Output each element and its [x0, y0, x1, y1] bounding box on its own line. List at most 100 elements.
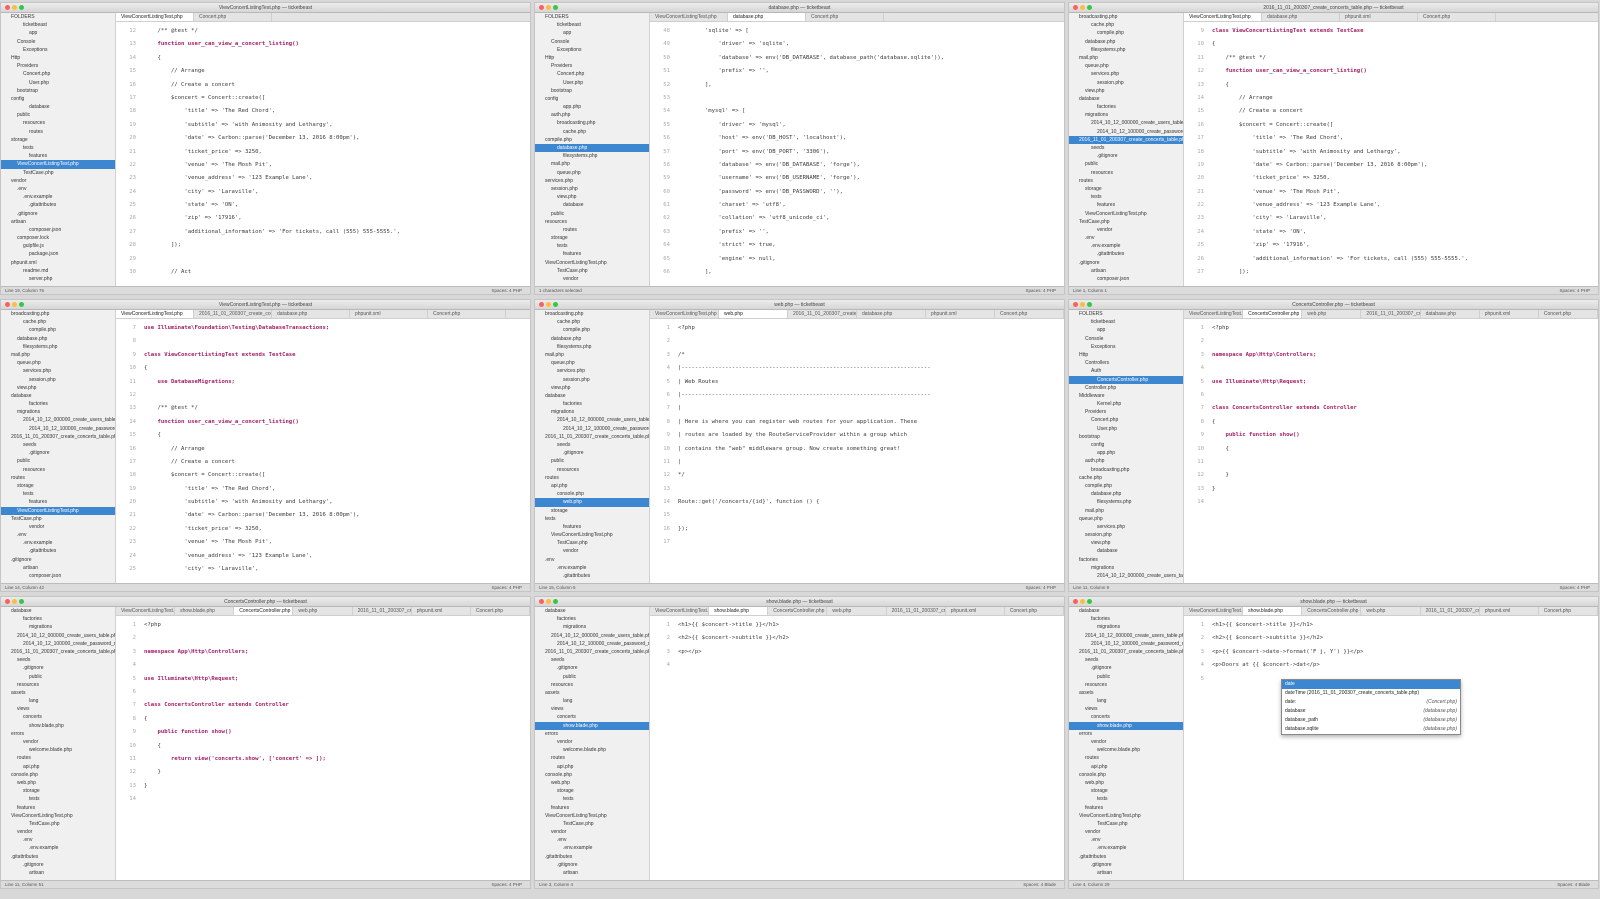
sidebar-item[interactable]: Providers — [535, 62, 649, 70]
sidebar-item[interactable]: filesystems.php — [1, 343, 115, 351]
editor-tab[interactable]: web.php — [1361, 607, 1421, 615]
sidebar-item[interactable]: vendor — [535, 547, 649, 555]
sidebar-item[interactable]: .env.example — [1069, 844, 1183, 852]
autocomplete-item[interactable]: dateTime (2016_11_01_200307_create_conce… — [1282, 689, 1460, 698]
sidebar-item[interactable]: FOLDERS — [535, 13, 649, 21]
sidebar-item[interactable]: .gitignore — [535, 664, 649, 672]
sidebar-item[interactable]: seeds — [1, 441, 115, 449]
sidebar-item[interactable]: seeds — [535, 656, 649, 664]
sidebar-item[interactable]: show.blade.php — [535, 721, 649, 730]
sidebar-item[interactable]: TestCase.php — [1069, 218, 1183, 226]
sidebar-item[interactable]: config — [535, 95, 649, 103]
sidebar-item[interactable]: session.php — [1069, 79, 1183, 87]
sidebar-item[interactable]: 2014_10_12_000000_create_users_table.php — [535, 632, 649, 640]
sidebar-item[interactable]: lang — [1069, 697, 1183, 705]
sidebar-item[interactable]: factories — [1069, 103, 1183, 111]
editor-tab[interactable]: 2016_11_01_200307_create_concerts_table.… — [887, 607, 946, 615]
sidebar-item[interactable]: auth.php — [535, 111, 649, 119]
sidebar-item[interactable]: view.php — [535, 193, 649, 201]
sidebar-item[interactable]: .gitattributes — [1, 201, 115, 209]
sidebar-item[interactable]: .gitignore — [1, 210, 115, 218]
sidebar-item[interactable]: 2016_11_01_200307_create_concerts_table.… — [1, 433, 115, 441]
indentation-syntax[interactable]: Spaces: 4 PHP — [491, 881, 522, 888]
sidebar-item[interactable]: views — [1, 705, 115, 713]
sidebar-item[interactable]: broadcasting.php — [535, 119, 649, 127]
minimize-window-button[interactable] — [546, 599, 551, 604]
sidebar-item[interactable]: vendor — [1069, 226, 1183, 234]
sidebar-item[interactable]: public — [1069, 673, 1183, 681]
sidebar-item[interactable]: mail.php — [1069, 54, 1183, 62]
sidebar-item[interactable]: .gitignore — [1069, 664, 1183, 672]
sidebar-item[interactable]: concerts — [535, 713, 649, 721]
editor-tab[interactable]: ViewConcertListingTest.php — [650, 13, 728, 21]
sidebar-item[interactable]: resources — [535, 218, 649, 226]
sidebar-item[interactable]: public — [535, 457, 649, 465]
sidebar-item[interactable]: factories — [535, 400, 649, 408]
sidebar-item[interactable]: show.blade.php — [1, 722, 115, 730]
sidebar-item[interactable]: config — [1, 95, 115, 103]
sidebar-item[interactable]: storage — [535, 507, 649, 515]
editor-tab[interactable]: Concert.php — [806, 13, 884, 21]
code-editor[interactable]: 1 <?php 2 3 /* 4 |----------------------------… — [650, 319, 1064, 583]
zoom-window-button[interactable] — [1087, 302, 1092, 307]
sidebar-item[interactable]: resources — [1069, 681, 1183, 689]
sidebar-item[interactable]: mail.php — [535, 160, 649, 168]
sidebar-item[interactable]: migrations — [535, 408, 649, 416]
sidebar-item[interactable]: .env — [535, 836, 649, 844]
minimize-window-button[interactable] — [12, 302, 17, 307]
sidebar-item[interactable]: ViewConcertListingTest.php — [1069, 210, 1183, 218]
sidebar-item[interactable]: migrations — [535, 623, 649, 631]
editor-tab[interactable]: show.blade.php — [175, 607, 235, 615]
sidebar-item[interactable]: seeds — [1069, 656, 1183, 664]
sidebar-item[interactable]: factories — [1069, 615, 1183, 623]
sidebar-item[interactable]: .env — [1, 185, 115, 193]
sidebar-item[interactable]: .gitignore — [1, 556, 115, 564]
sidebar-item[interactable]: TestCase.php — [1, 820, 115, 828]
sidebar-item[interactable]: .gitignore — [1069, 259, 1183, 267]
indentation-syntax[interactable]: Spaces: 4 Blade — [1023, 881, 1056, 888]
close-window-button[interactable] — [1073, 302, 1078, 307]
sidebar-item[interactable]: .gitattributes — [535, 572, 649, 580]
sidebar-item[interactable]: public — [1069, 160, 1183, 168]
sidebar-item[interactable]: tests — [1, 490, 115, 498]
sidebar-item[interactable]: view.php — [1069, 539, 1183, 547]
sidebar-item[interactable]: session.php — [1, 376, 115, 384]
sidebar-item[interactable]: services.php — [1069, 70, 1183, 78]
indentation-syntax[interactable]: Spaces: 4 PHP — [1025, 287, 1056, 294]
sidebar-item[interactable]: ViewConcertListingTest.php — [535, 259, 649, 267]
sidebar-item[interactable]: console.php — [535, 490, 649, 498]
sidebar-item[interactable]: storage — [1069, 185, 1183, 193]
editor-tab[interactable]: Concert.php — [428, 310, 506, 318]
code-editor[interactable]: 12 /** @test */13 function user_can_view… — [116, 22, 530, 286]
sidebar-item[interactable]: database — [535, 201, 649, 209]
sidebar-item[interactable]: app — [1, 29, 115, 37]
sidebar-item[interactable]: resources — [1069, 169, 1183, 177]
sidebar-item[interactable]: web.php — [1069, 779, 1183, 787]
minimize-window-button[interactable] — [12, 5, 17, 10]
autocomplete-item[interactable]: database (database.php) — [1282, 707, 1460, 716]
sidebar-item[interactable]: console.php — [1069, 771, 1183, 779]
sidebar-item[interactable]: .env — [535, 556, 649, 564]
sidebar-item[interactable]: database.php — [1069, 38, 1183, 46]
sidebar-item[interactable]: migrations — [1069, 564, 1183, 572]
sidebar-item[interactable]: features — [535, 250, 649, 258]
sidebar-item[interactable]: routes — [535, 226, 649, 234]
sidebar-item[interactable]: .gitignore — [1, 664, 115, 672]
editor-tab[interactable]: database.php — [728, 13, 806, 21]
sidebar-item[interactable]: queue.php — [535, 169, 649, 177]
sidebar-item[interactable]: .gitignore — [1, 449, 115, 457]
editor-tab[interactable]: 2016_11_01_200307_create_concerts_table.… — [1421, 607, 1480, 615]
editor-tab[interactable]: ViewConcertListingTest.php — [116, 310, 194, 318]
sidebar-item[interactable]: Http — [1069, 351, 1183, 359]
sidebar-item[interactable]: welcome.blade.php — [1069, 746, 1183, 754]
sidebar-item[interactable]: storage — [1069, 787, 1183, 795]
editor-tab[interactable]: 2016_11_01_200307_create_concerts_table.… — [353, 607, 412, 615]
sidebar-item[interactable]: 2014_10_12_000000_create_users_table.php — [1069, 572, 1183, 580]
sidebar-item[interactable]: .gitignore — [535, 449, 649, 457]
sidebar-item[interactable]: package.json — [1, 250, 115, 258]
sidebar-item[interactable]: public — [1, 457, 115, 465]
sidebar-item[interactable]: .gitattributes — [1, 547, 115, 555]
sidebar-item[interactable]: views — [1069, 705, 1183, 713]
zoom-window-button[interactable] — [1087, 5, 1092, 10]
sidebar-item[interactable]: web.php — [535, 779, 649, 787]
